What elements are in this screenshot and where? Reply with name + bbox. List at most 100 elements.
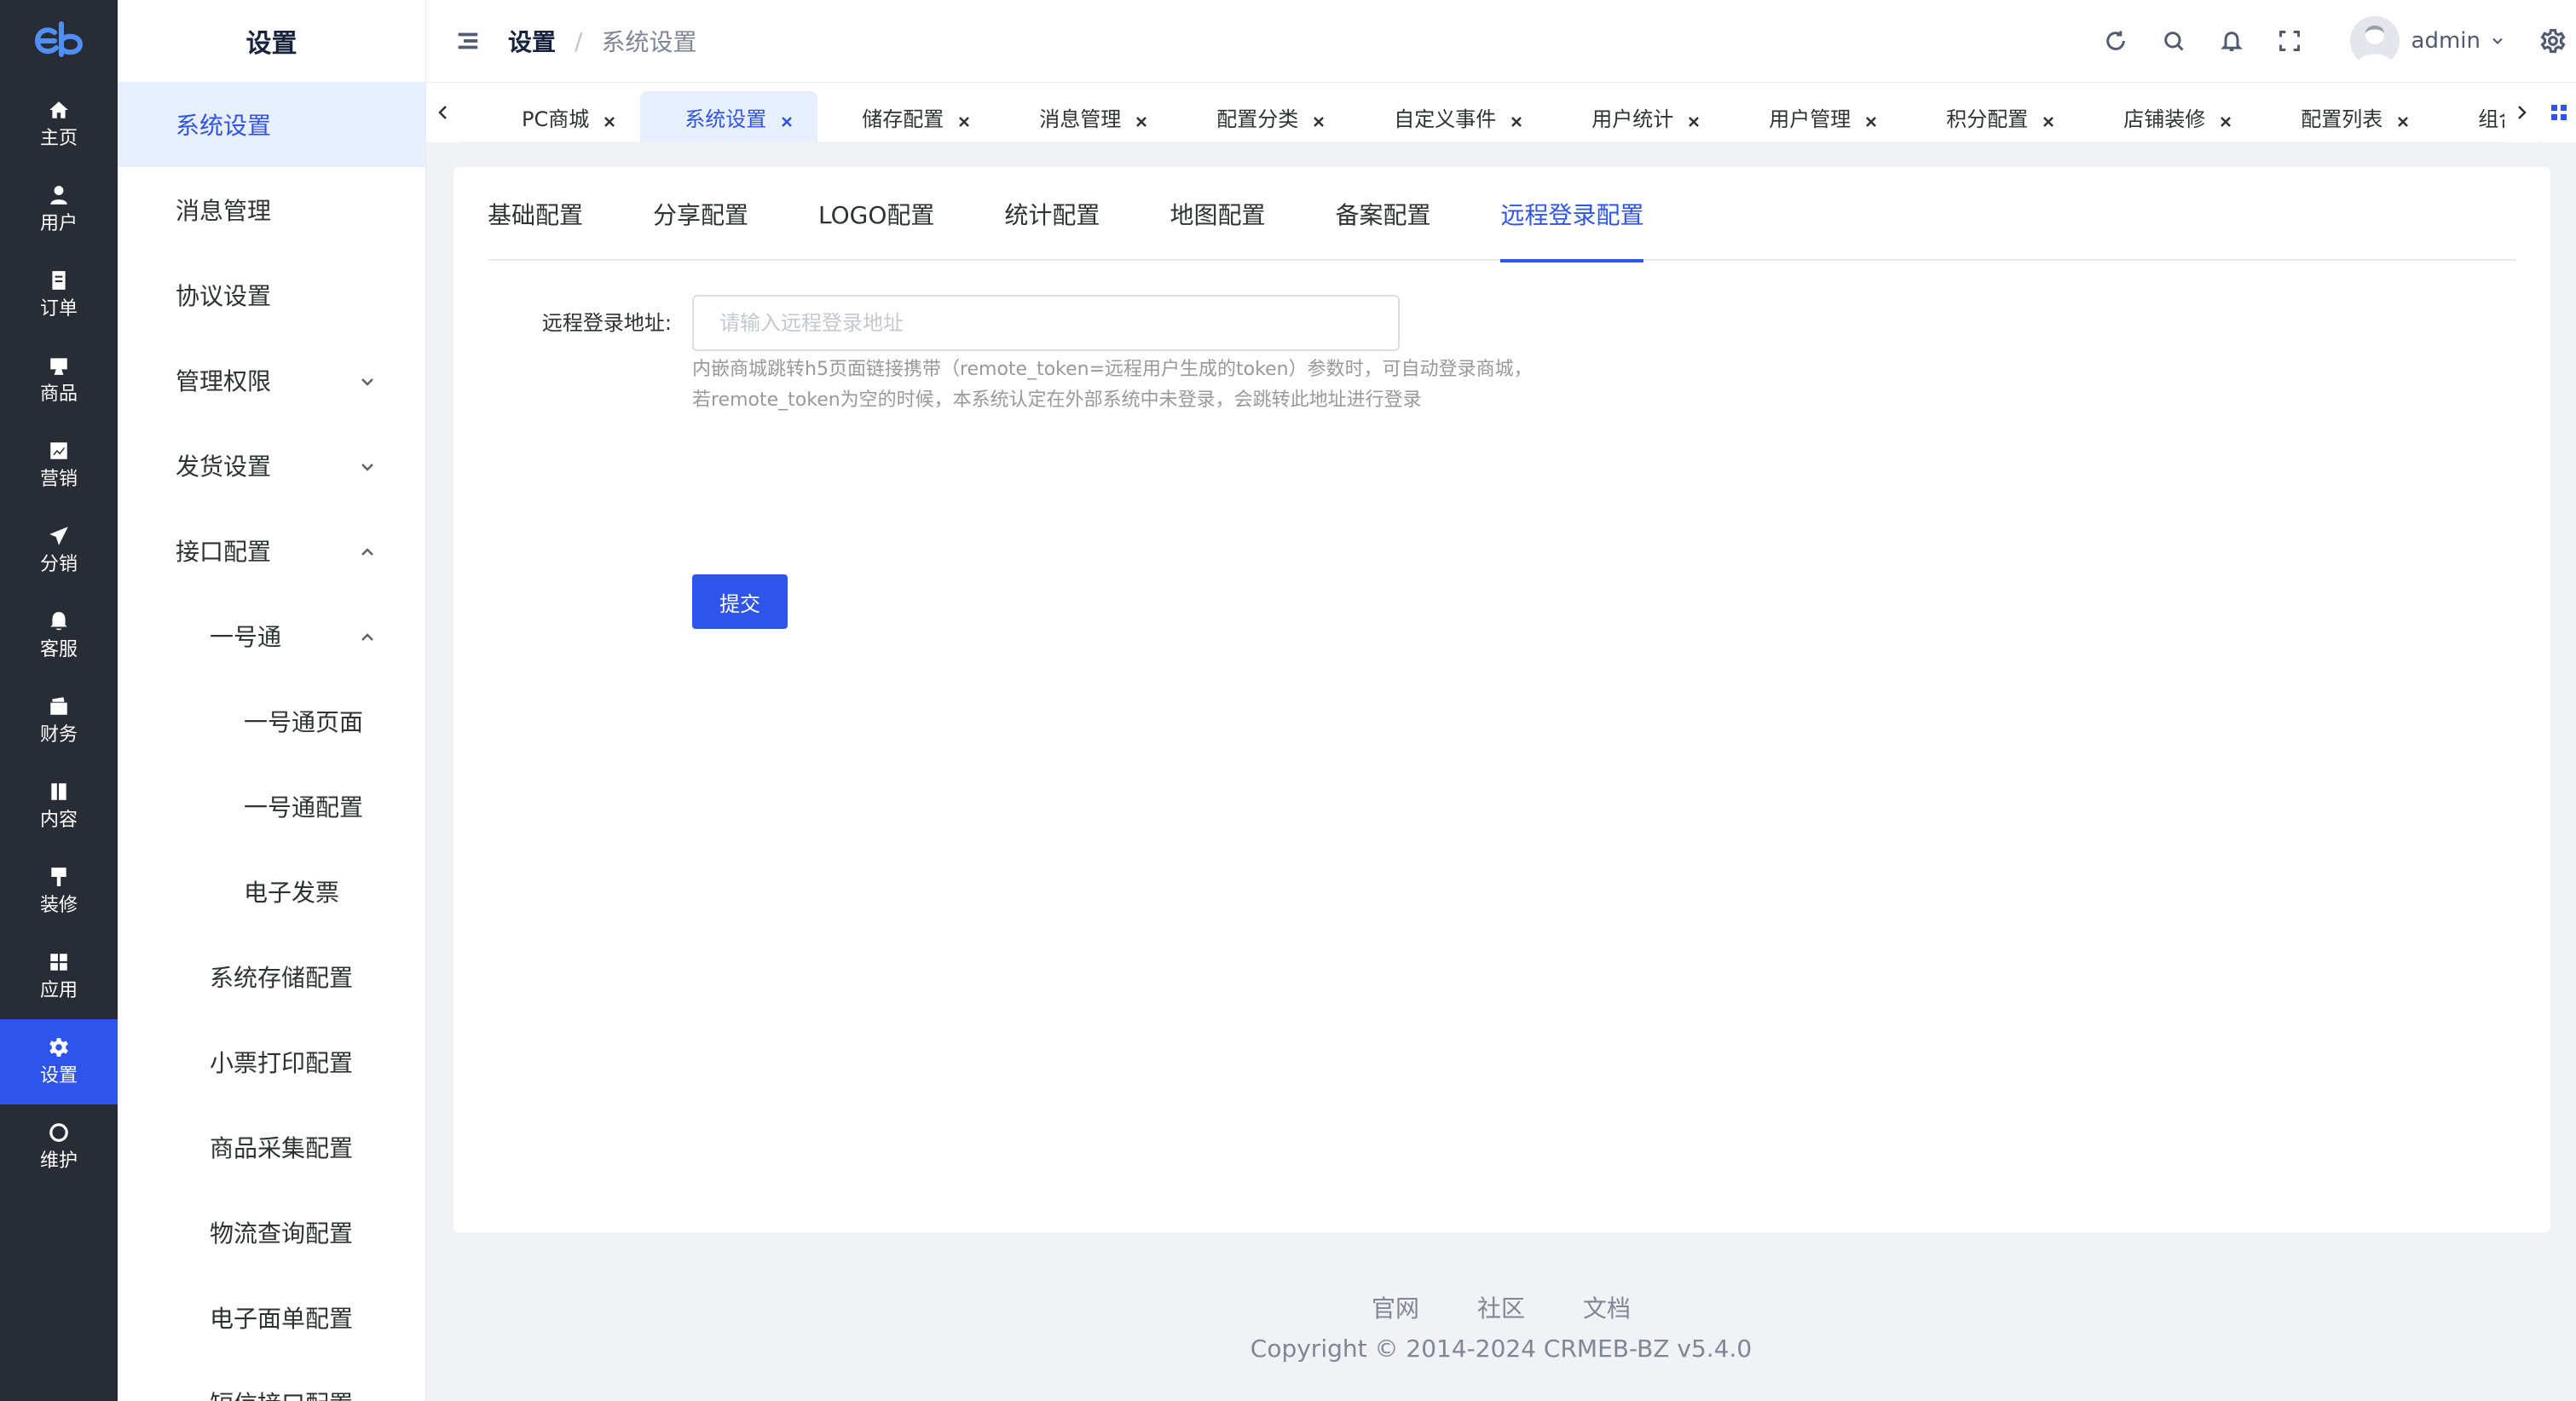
rail-item-settings[interactable]: 设置 [0, 1019, 118, 1104]
home-icon [48, 99, 70, 121]
rail-item-label: 装修 [39, 895, 78, 916]
tag-custom-events[interactable]: 自定义事件 [1349, 91, 1547, 142]
rail-item-label: 维护 [39, 1150, 78, 1172]
rail-item-label: 主页 [39, 128, 78, 149]
close-icon[interactable] [1312, 110, 1326, 127]
tag-message-management[interactable]: 消息管理 [995, 91, 1172, 142]
rail-item-home[interactable]: 主页 [0, 82, 118, 167]
tag-config-list[interactable]: 配置列表 [2256, 91, 2434, 142]
sidebar-item-product-collect-config[interactable]: 商品采集配置 [118, 1104, 425, 1190]
rail-item-marketing[interactable]: 营销 [0, 423, 118, 508]
sidebar-item-label: 短信接口配置 [210, 1386, 353, 1401]
sidebar-item-e-waybill-config[interactable]: 电子面单配置 [118, 1275, 425, 1360]
rail-item-maintenance[interactable]: 维护 [0, 1104, 118, 1190]
sidebar-item-shipping-settings[interactable]: 发货设置 [118, 423, 425, 508]
close-icon[interactable] [2042, 110, 2055, 127]
close-icon[interactable] [603, 110, 616, 127]
brand-logo[interactable] [0, 0, 118, 82]
remote-login-url-label: 远程登录地址: [541, 311, 672, 335]
footer-links: 官网 社区 文档 [426, 1290, 2576, 1324]
close-icon[interactable] [2396, 110, 2410, 127]
tag-combined-data[interactable]: 组合数据 [2434, 91, 2504, 142]
chevron-down-icon [357, 455, 378, 476]
sidebar-item-label: 接口配置 [176, 538, 272, 566]
tab-remote-login-config[interactable]: 远程登录配置 [1500, 167, 1644, 262]
sidebar-item-e-invoice[interactable]: 电子发票 [118, 849, 425, 934]
sidebar-item-permissions[interactable]: 管理权限 [118, 337, 425, 423]
sidebar-item-receipt-print-config[interactable]: 小票打印配置 [118, 1019, 425, 1104]
tab-map-config[interactable]: 地图配置 [1170, 167, 1265, 261]
tag-system-settings[interactable]: 系统设置 [640, 91, 818, 142]
sidebar-item-yihaotong[interactable]: 一号通 [118, 593, 425, 678]
rail-item-user[interactable]: 用户 [0, 167, 118, 252]
bell-icon[interactable] [2219, 28, 2244, 54]
book-icon [48, 781, 70, 803]
breadcrumb-separator: / [575, 26, 583, 55]
chevron-down-icon [2489, 32, 2506, 49]
close-icon[interactable] [1135, 110, 1148, 127]
close-icon[interactable] [780, 110, 794, 127]
rail-item-apps[interactable]: 应用 [0, 934, 118, 1019]
tag-storage-config[interactable]: 储存配置 [817, 91, 995, 142]
sidebar-item-system-settings[interactable]: 系统设置 [118, 82, 425, 167]
order-icon [48, 269, 70, 291]
tag-user-stats[interactable]: 用户统计 [1547, 91, 1724, 142]
close-icon[interactable] [1687, 110, 1701, 127]
sidebar-item-message-management[interactable]: 消息管理 [118, 167, 425, 252]
sidebar-item-yihaotong-config[interactable]: 一号通配置 [118, 764, 425, 849]
menu-toggle-icon[interactable] [455, 28, 481, 54]
tab-basic-config[interactable]: 基础配置 [488, 167, 583, 261]
chevron-up-icon [357, 626, 378, 646]
tags-scroll-left-icon[interactable] [426, 83, 460, 142]
rail-item-order[interactable]: 订单 [0, 252, 118, 337]
tag-label: 配置分类 [1216, 107, 1299, 131]
rail-item-label: 分销 [39, 554, 78, 575]
tag-user-management[interactable]: 用户管理 [1724, 91, 1902, 142]
tab-share-config[interactable]: 分享配置 [653, 167, 748, 261]
sidebar-item-sms-api-config[interactable]: 短信接口配置 [118, 1360, 425, 1401]
sidebar-item-label: 一号通 [210, 623, 282, 651]
close-icon[interactable] [1864, 110, 1878, 127]
rail-item-label: 客服 [39, 639, 78, 660]
rail-item-distribution[interactable]: 分销 [0, 508, 118, 593]
breadcrumb-item[interactable]: 设置 [508, 24, 556, 58]
rail-item-content[interactable]: 内容 [0, 764, 118, 849]
tags-scroll-right-icon[interactable] [2504, 83, 2538, 142]
close-icon[interactable] [2219, 110, 2232, 127]
sidebar-item-yihaotong-page[interactable]: 一号通页面 [118, 678, 425, 764]
remote-login-url-input[interactable] [692, 295, 1400, 351]
sidebar-item-logistics-query-config[interactable]: 物流查询配置 [118, 1190, 425, 1275]
sidebar-item-label: 消息管理 [176, 197, 272, 225]
search-icon[interactable] [2161, 28, 2186, 54]
footer-link-official-site[interactable]: 官网 [1372, 1290, 1419, 1324]
apps-icon [48, 951, 70, 973]
sidebar-item-agreement-settings[interactable]: 协议设置 [118, 252, 425, 337]
sidebar-item-api-config[interactable]: 接口配置 [118, 508, 425, 593]
rail-item-product[interactable]: 商品 [0, 337, 118, 423]
settings-gear-icon[interactable] [2540, 28, 2566, 54]
tag-points-config[interactable]: 积分配置 [1902, 91, 2079, 142]
rail-item-service[interactable]: 客服 [0, 593, 118, 678]
fullscreen-icon[interactable] [2277, 28, 2302, 54]
top-header: 设置 / 系统设置 admin [426, 0, 2576, 82]
refresh-icon[interactable] [2103, 28, 2128, 54]
footer-link-docs[interactable]: 文档 [1583, 1290, 1631, 1324]
tag-label: 用户管理 [1769, 107, 1851, 131]
footer-link-community[interactable]: 社区 [1477, 1290, 1525, 1324]
rail-item-decoration[interactable]: 装修 [0, 849, 118, 934]
sidebar-item-storage-config[interactable]: 系统存储配置 [118, 934, 425, 1019]
rail-item-label: 营销 [39, 469, 78, 490]
submit-button[interactable]: 提交 [692, 574, 788, 629]
tab-logo-config[interactable]: LOGO配置 [818, 167, 934, 261]
tags-menu-grid-icon[interactable] [2542, 83, 2576, 142]
user-menu[interactable]: admin [2349, 16, 2506, 66]
sidebar-item-label: 一号通页面 [244, 708, 364, 736]
tab-filing-config[interactable]: 备案配置 [1335, 167, 1430, 261]
close-icon[interactable] [957, 110, 971, 127]
tag-pc-mall[interactable]: PC商城 [477, 91, 640, 142]
tab-stats-config[interactable]: 统计配置 [1004, 167, 1100, 261]
tag-config-category[interactable]: 配置分类 [1172, 91, 1349, 142]
close-icon[interactable] [1510, 110, 1523, 127]
tag-store-decoration[interactable]: 店铺装修 [2079, 91, 2256, 142]
rail-item-finance[interactable]: 财务 [0, 678, 118, 764]
